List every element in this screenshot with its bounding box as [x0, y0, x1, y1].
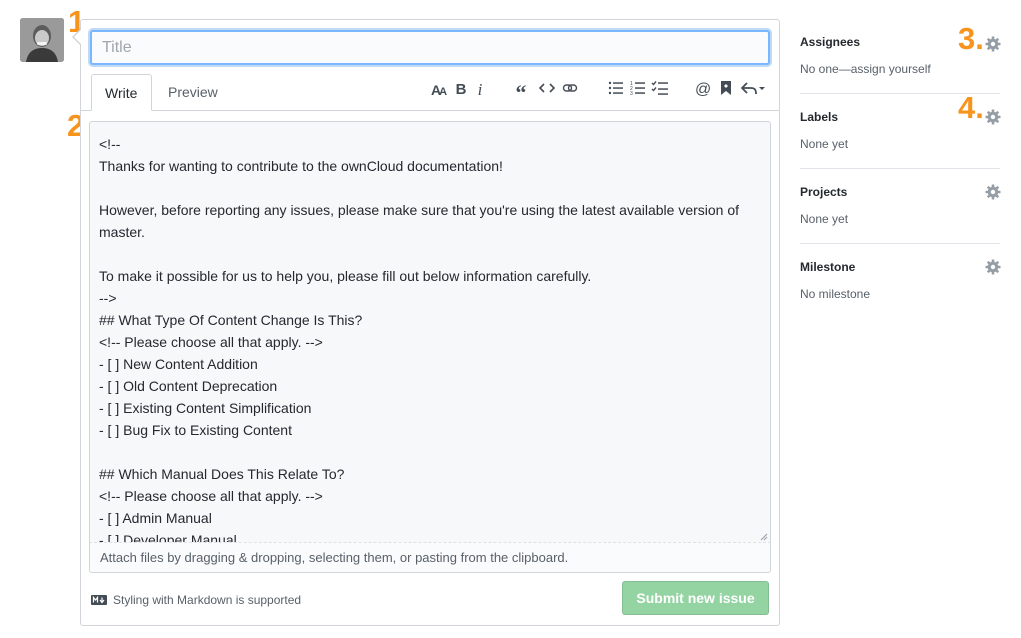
sidebar-title-assignees[interactable]: Assignees [800, 35, 860, 49]
svg-text:3: 3 [630, 91, 633, 96]
assignees-gear-icon[interactable] [985, 36, 1001, 52]
markdown-note[interactable]: Styling with Markdown is supported [91, 592, 301, 608]
milestone-gear-icon[interactable] [985, 259, 1001, 275]
card-caret-inner [74, 30, 81, 44]
sidebar-value-assignees[interactable]: No one—assign yourself [800, 62, 931, 76]
mention-icon[interactable]: @ [695, 80, 711, 100]
sidebar-value-labels: None yet [800, 137, 849, 151]
reply-icon[interactable] [740, 80, 765, 100]
annotation-number-3: 3. [958, 21, 984, 56]
link-icon[interactable] [562, 80, 578, 100]
sidebar-title-milestone[interactable]: Milestone [800, 260, 855, 274]
projects-gear-icon[interactable] [985, 184, 1001, 200]
issue-body-text: <!-- Thanks for wanting to contribute to… [99, 136, 740, 543]
ordered-list-icon[interactable]: 123 [630, 80, 646, 100]
sidebar-title-labels[interactable]: Labels [800, 110, 838, 124]
text-size-icon[interactable]: AA [429, 80, 447, 100]
quote-icon[interactable]: “ [513, 80, 529, 105]
sidebar-value-projects: None yet [800, 212, 849, 226]
unordered-list-icon[interactable] [608, 80, 624, 100]
code-icon[interactable] [538, 80, 556, 100]
avatar-image [20, 18, 64, 62]
attach-files-bar[interactable]: Attach files by dragging & dropping, sel… [89, 542, 771, 573]
sidebar-value-milestone: No milestone [800, 287, 871, 301]
sidebar-divider [800, 93, 1000, 94]
avatar[interactable] [20, 18, 64, 62]
sidebar-title-projects[interactable]: Projects [800, 185, 847, 199]
annotation-number-4: 4. [958, 90, 984, 125]
submit-issue-button[interactable]: Submit new issue [622, 581, 769, 615]
resize-handle-icon[interactable] [760, 533, 768, 541]
italic-icon[interactable]: i [475, 80, 485, 100]
tab-write[interactable]: Write [91, 74, 152, 111]
sidebar-divider [800, 243, 1000, 244]
saved-reply-icon[interactable] [720, 80, 732, 100]
task-list-icon[interactable] [651, 80, 668, 100]
issue-title-input[interactable] [90, 30, 770, 65]
tab-preview[interactable]: Preview [155, 74, 231, 111]
labels-gear-icon[interactable] [985, 109, 1001, 125]
markdown-icon [91, 595, 107, 605]
sidebar-divider [800, 168, 1000, 169]
issue-body-textarea[interactable]: <!-- Thanks for wanting to contribute to… [89, 121, 771, 543]
markdown-note-text: Styling with Markdown is supported [113, 593, 302, 607]
bold-icon[interactable]: B [455, 80, 467, 100]
